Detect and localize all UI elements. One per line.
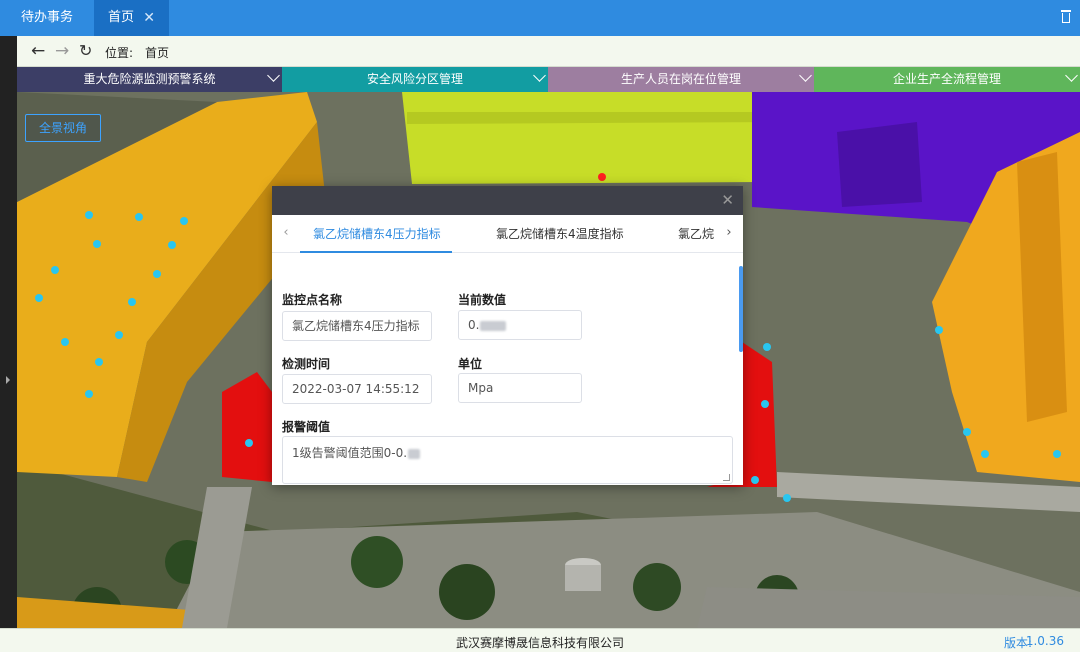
top-tab-bar: 待办事务 首页 ✕ <box>0 0 1080 36</box>
reload-icon[interactable]: ↻ <box>79 41 92 61</box>
unit-field[interactable]: Mpa <box>458 373 582 403</box>
indicator-tabs: ‹ 氯乙烷储槽东4压力指标 氯乙烷储槽东4温度指标 氯乙烷 › <box>272 215 743 253</box>
tab-pressure-indicator[interactable]: 氯乙烷储槽东4压力指标 <box>313 215 441 253</box>
scrollbar[interactable] <box>739 266 743 352</box>
field-value: 0. <box>468 318 480 332</box>
trash-icon[interactable] <box>1060 10 1072 25</box>
detect-time-label: 检测时间 <box>282 357 331 371</box>
navigation-bar: ← → ↻ 位置: 首页 <box>17 36 1080 67</box>
module-label: 企业生产全流程管理 <box>892 72 1001 86</box>
arrow-right-icon[interactable]: → <box>55 41 69 61</box>
alarm-threshold-textarea[interactable]: 1级告警阈值范围0-0. <box>282 436 733 484</box>
panorama-view-button[interactable]: 全景视角 <box>25 114 101 142</box>
tab-todo[interactable]: 待办事务 <box>0 0 94 36</box>
company-name: 武汉赛摩博晟信息科技有限公司 <box>455 636 624 650</box>
chevron-down-icon <box>1065 69 1078 82</box>
version-number: 1.0.36 <box>1025 634 1064 648</box>
close-icon[interactable]: ✕ <box>721 191 734 209</box>
expand-arrow-icon[interactable] <box>6 376 10 384</box>
unit-label: 单位 <box>458 357 483 371</box>
monitor-point-name-field[interactable]: 氯乙烷储槽东4压力指标 <box>282 311 432 341</box>
chevron-down-icon <box>267 69 280 82</box>
field-value: Mpa <box>468 381 494 395</box>
module-hazard-monitoring[interactable]: 重大危险源监测预警系统 <box>17 67 282 92</box>
dialog-header: ✕ <box>272 186 743 215</box>
chevron-down-icon <box>799 69 812 82</box>
monitor-point-name-label: 监控点名称 <box>282 293 343 307</box>
module-production-process[interactable]: 企业生产全流程管理 <box>814 67 1080 92</box>
module-label: 重大危险源监测预警系统 <box>83 72 216 86</box>
current-value-label: 当前数值 <box>458 293 507 307</box>
breadcrumb: 首页 <box>145 46 170 60</box>
tab-home-label: 首页 <box>108 10 135 25</box>
footer: 武汉赛摩博晟信息科技有限公司 版本: 1.0.36 <box>0 628 1080 652</box>
module-menu: 重大危险源监测预警系统 安全风险分区管理 生产人员在岗在位管理 企业生产全流程管… <box>17 67 1080 92</box>
left-collapse-strip[interactable] <box>0 36 17 628</box>
chevron-right-icon[interactable]: › <box>721 225 737 243</box>
redacted-mask <box>408 448 421 459</box>
field-value: 氯乙烷储槽东4压力指标 <box>292 319 420 333</box>
close-icon[interactable]: ✕ <box>143 0 155 36</box>
active-tab-indicator <box>300 251 452 253</box>
location-label: 位置: <box>105 46 134 60</box>
arrow-left-icon[interactable]: ← <box>31 41 45 61</box>
module-risk-zoning[interactable]: 安全风险分区管理 <box>282 67 548 92</box>
field-value: 1级告警阈值范围0-0. <box>292 446 408 460</box>
chevron-down-icon <box>533 69 546 82</box>
field-value: 2022-03-07 14:55:12 <box>292 382 420 396</box>
tab-temperature-indicator[interactable]: 氯乙烷储槽东4温度指标 <box>496 215 624 253</box>
module-label: 生产人员在岗在位管理 <box>620 72 741 86</box>
tab-home[interactable]: 首页 ✕ <box>94 0 169 36</box>
resize-handle[interactable] <box>723 474 730 481</box>
alarm-threshold-label: 报警阈值 <box>282 420 331 434</box>
monitor-point-dialog: ✕ ‹ 氯乙烷储槽东4压力指标 氯乙烷储槽东4温度指标 氯乙烷 › 监控点名称 … <box>272 186 743 485</box>
module-label: 安全风险分区管理 <box>366 72 463 86</box>
redacted-mask <box>480 320 507 331</box>
detect-time-field[interactable]: 2022-03-07 14:55:12 <box>282 374 432 404</box>
current-value-field[interactable]: 0. <box>458 310 582 340</box>
module-personnel-on-duty[interactable]: 生产人员在岗在位管理 <box>548 67 814 92</box>
tab-next-indicator[interactable]: 氯乙烷 <box>678 215 722 253</box>
chevron-left-icon[interactable]: ‹ <box>278 225 294 243</box>
